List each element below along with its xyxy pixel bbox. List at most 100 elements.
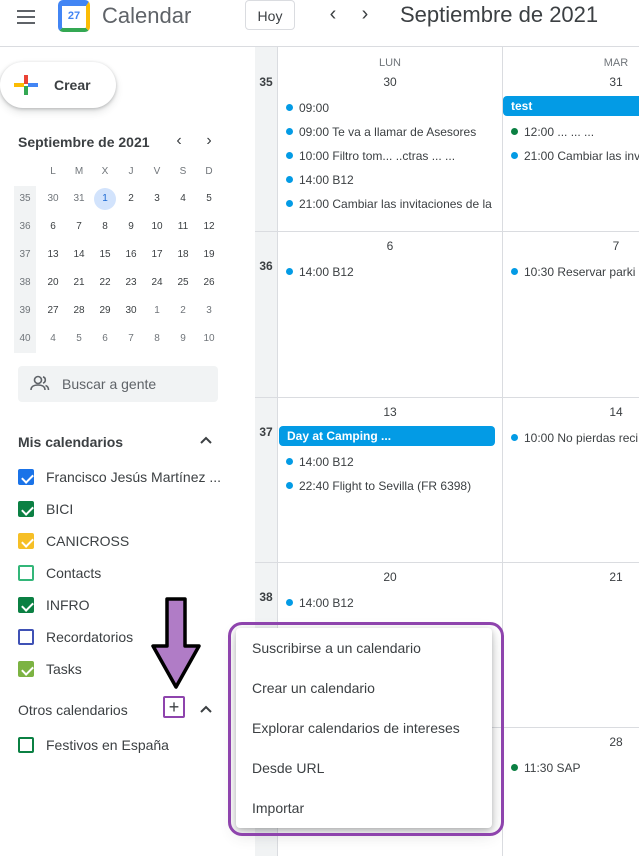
mini-calendar-day[interactable]: 5 [198, 188, 220, 210]
event-chip[interactable]: test [503, 96, 639, 116]
mini-calendar-day[interactable]: 8 [146, 328, 168, 350]
create-button[interactable]: Crear [0, 62, 116, 108]
mini-calendar-week-number[interactable]: 38 [14, 272, 36, 294]
day-number[interactable]: 30 [370, 75, 410, 89]
mini-calendar-day[interactable]: 17 [146, 244, 168, 266]
week-number[interactable]: 35 [255, 75, 277, 89]
add-other-calendar-button[interactable]: + [163, 696, 185, 718]
event-chip[interactable]: Day at Camping ... [279, 426, 495, 446]
main-menu-icon[interactable] [17, 6, 35, 28]
today-button[interactable]: Hoy [245, 0, 295, 30]
calendar-checkbox[interactable] [18, 501, 34, 517]
day-number[interactable]: 21 [596, 570, 636, 584]
mini-calendar-week-number[interactable]: 36 [14, 216, 36, 238]
mini-calendar-day[interactable]: 13 [42, 244, 64, 266]
mini-calendar-day[interactable]: 4 [172, 188, 194, 210]
event-item[interactable]: 09:00 [286, 99, 496, 117]
day-number[interactable]: 28 [596, 735, 636, 749]
mini-calendar-day[interactable]: 14 [68, 244, 90, 266]
mini-calendar-day[interactable]: 9 [120, 216, 142, 238]
mini-calendar-day[interactable]: 7 [68, 216, 90, 238]
week-number[interactable]: 37 [255, 425, 277, 439]
mini-calendar-day[interactable]: 6 [42, 216, 64, 238]
calendar-list-item[interactable]: Contacts [18, 561, 238, 585]
mini-calendar-day[interactable]: 4 [42, 328, 64, 350]
event-item[interactable]: 10:00 No pierdas reci [511, 429, 639, 447]
mini-calendar-day[interactable]: 3 [146, 188, 168, 210]
event-item[interactable]: 10:00 Filtro tom... ..ctras ... ... [286, 147, 496, 165]
mini-calendar-day[interactable]: 16 [120, 244, 142, 266]
mini-calendar-week-number[interactable]: 37 [14, 244, 36, 266]
day-number[interactable]: 13 [370, 405, 410, 419]
mini-calendar-week-number[interactable]: 35 [14, 188, 36, 210]
event-item[interactable]: 21:00 Cambiar las inv [511, 147, 639, 165]
day-number[interactable]: 20 [370, 570, 410, 584]
mini-calendar-day[interactable]: 21 [68, 272, 90, 294]
prev-period-button[interactable]: ‹ [320, 1, 346, 27]
mini-calendar-day[interactable]: 22 [94, 272, 116, 294]
day-number[interactable]: 6 [370, 239, 410, 253]
mini-calendar-day[interactable]: 28 [68, 300, 90, 322]
calendar-list-item[interactable]: BICI [18, 497, 238, 521]
day-number[interactable]: 31 [596, 75, 636, 89]
mini-calendar-day[interactable]: 3 [198, 300, 220, 322]
event-item[interactable]: 14:00 B12 [286, 453, 496, 471]
chevron-up-icon[interactable] [199, 434, 213, 448]
mini-calendar-day[interactable]: 2 [120, 188, 142, 210]
mini-calendar-day[interactable]: 23 [120, 272, 142, 294]
mini-calendar-next-button[interactable]: › [196, 128, 222, 154]
mini-calendar-day[interactable]: 18 [172, 244, 194, 266]
mini-calendar-prev-button[interactable]: ‹ [166, 128, 192, 154]
event-item[interactable]: 14:00 B12 [286, 263, 496, 281]
calendar-list-item[interactable]: Recordatorios [18, 625, 238, 649]
calendar-checkbox[interactable] [18, 565, 34, 581]
event-item[interactable]: 14:00 B12 [286, 171, 496, 189]
event-item[interactable]: 21:00 Cambiar las invitaciones de la [286, 195, 496, 213]
calendar-checkbox[interactable] [18, 597, 34, 613]
mini-calendar-day[interactable]: 19 [198, 244, 220, 266]
mini-calendar-day[interactable]: 10 [146, 216, 168, 238]
chevron-up-icon[interactable] [199, 703, 213, 717]
next-period-button[interactable]: › [352, 1, 378, 27]
mini-calendar-day[interactable]: 1 [94, 188, 116, 210]
mini-calendar-day[interactable]: 10 [198, 328, 220, 350]
calendar-checkbox[interactable] [18, 533, 34, 549]
mini-calendar-day[interactable]: 27 [42, 300, 64, 322]
calendar-checkbox[interactable] [18, 469, 34, 485]
day-number[interactable]: 7 [596, 239, 636, 253]
event-item[interactable]: 10:30 Reservar parki [511, 263, 639, 281]
calendar-checkbox[interactable] [18, 629, 34, 645]
calendar-list-item[interactable]: Tasks [18, 657, 238, 681]
mini-calendar-day[interactable]: 30 [42, 188, 64, 210]
mini-calendar-day[interactable]: 8 [94, 216, 116, 238]
event-item[interactable]: 22:40 Flight to Sevilla (FR 6398) [286, 477, 496, 495]
day-number[interactable]: 14 [596, 405, 636, 419]
calendar-list-item[interactable]: Francisco Jesús Martínez ... [18, 465, 238, 489]
mini-calendar-day[interactable]: 24 [146, 272, 168, 294]
mini-calendar-day[interactable]: 6 [94, 328, 116, 350]
mini-calendar-day[interactable]: 15 [94, 244, 116, 266]
search-people-field[interactable]: Buscar a gente [18, 366, 218, 402]
week-number[interactable]: 36 [255, 259, 277, 273]
mini-calendar-day[interactable]: 1 [146, 300, 168, 322]
calendar-list-item[interactable]: INFRO [18, 593, 238, 617]
mini-calendar-day[interactable]: 31 [68, 188, 90, 210]
mini-calendar-day[interactable]: 25 [172, 272, 194, 294]
mini-calendar-day[interactable]: 20 [42, 272, 64, 294]
mini-calendar-day[interactable]: 9 [172, 328, 194, 350]
mini-calendar-day[interactable]: 26 [198, 272, 220, 294]
mini-calendar-day[interactable]: 7 [120, 328, 142, 350]
calendar-checkbox[interactable] [18, 737, 34, 753]
event-item[interactable]: 09:00 Te va a llamar de Asesores [286, 123, 496, 141]
mini-calendar-day[interactable]: 11 [172, 216, 194, 238]
mini-calendar-week-number[interactable]: 40 [14, 328, 36, 350]
event-item[interactable]: 12:00 ... ... ... [511, 123, 639, 141]
calendar-list-item[interactable]: CANICROSS [18, 529, 238, 553]
calendar-list-item[interactable]: Festivos en España [18, 733, 238, 757]
mini-calendar-day[interactable]: 30 [120, 300, 142, 322]
calendar-checkbox[interactable] [18, 661, 34, 677]
week-number[interactable]: 38 [255, 590, 277, 604]
mini-calendar-day[interactable]: 2 [172, 300, 194, 322]
event-item[interactable]: 11:30 SAP [511, 759, 639, 777]
event-item[interactable]: 14:00 B12 [286, 594, 496, 612]
